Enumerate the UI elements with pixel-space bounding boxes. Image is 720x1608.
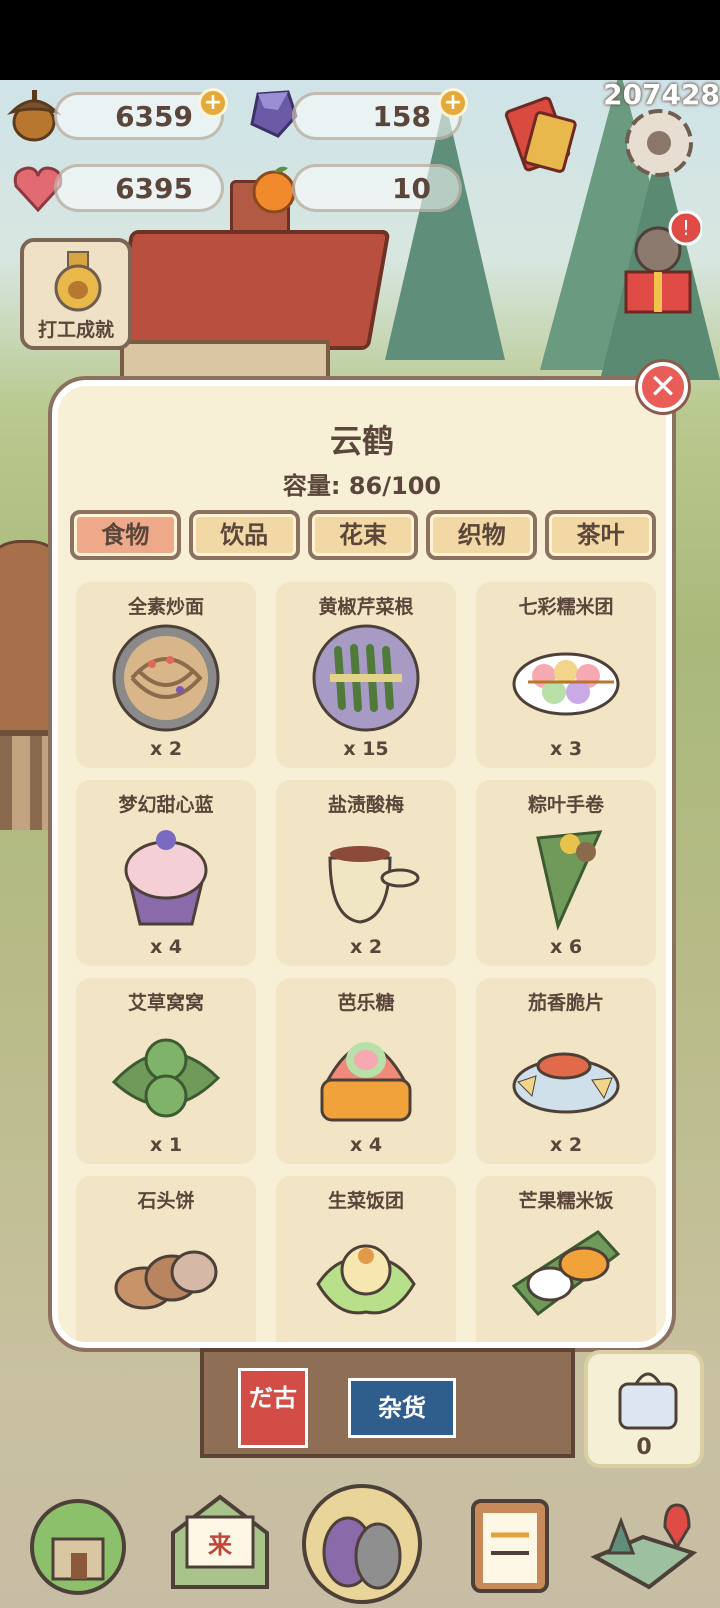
item-card[interactable]: 梦幻甜心蓝 x 4 (76, 780, 256, 966)
add-gem-button[interactable]: + (438, 88, 468, 118)
heart-value: 6395 (115, 171, 193, 205)
clipboard-icon (471, 1499, 549, 1593)
heart-count: 6395 (54, 164, 224, 212)
item-quantity: x 3 (549, 738, 583, 760)
item-quantity: x 15 (343, 738, 389, 760)
orange-value: 10 (392, 171, 431, 205)
item-quantity: x 4 (349, 1134, 383, 1156)
house-roof (109, 230, 391, 350)
item-card[interactable]: 盐渍酸梅 x 2 (276, 780, 456, 966)
close-button[interactable]: ✕ (638, 362, 688, 412)
item-name: 七彩糯米团 (518, 596, 614, 618)
house-icon (30, 1499, 126, 1595)
tasks-nav-button[interactable] (450, 1482, 570, 1602)
tab-tea[interactable]: 茶叶 (545, 510, 656, 560)
item-card[interactable]: 七彩糯米团 x 3 (476, 582, 656, 768)
item-card[interactable]: 全素炒面 x 2 (76, 582, 256, 768)
item-name: 石头饼 (137, 1190, 195, 1212)
svg-text:!: ! (682, 216, 690, 240)
work-achievement-label: 打工成就 (37, 319, 114, 341)
gear-icon[interactable] (614, 98, 704, 188)
mail-nav-button[interactable]: 来 (160, 1482, 280, 1602)
stone-bread-icon (114, 1250, 218, 1310)
capacity-label: 容量: 86/100 (282, 472, 442, 500)
category-tabs: 食物 饮品 花束 织物 茶叶 (70, 510, 656, 560)
mugwort-cake-icon (111, 1038, 221, 1118)
gift-bundle-button[interactable]: 0 (584, 1350, 704, 1468)
svg-text:来: 来 (208, 1531, 233, 1559)
modal-title: 云鹤 (329, 422, 394, 460)
shop-sign-blue-label: 杂货 (378, 1394, 426, 1422)
item-quantity: x 1 (149, 1134, 183, 1156)
bundle-icon (618, 1372, 678, 1430)
leaf-wrap-icon (536, 830, 603, 931)
collection-nav-button[interactable] (300, 1482, 424, 1606)
medal-icon (50, 250, 106, 314)
guava-candy-icon (320, 1042, 412, 1122)
add-acorn-button[interactable]: + (198, 88, 228, 118)
item-card[interactable]: 芒果糯米饭 (476, 1176, 656, 1342)
tab-drinks[interactable]: 饮品 (188, 510, 300, 560)
acorn-value: 6359 (115, 99, 193, 133)
item-card[interactable]: 芭乐糖 x 4 (276, 978, 456, 1164)
item-name: 艾草窝窝 (127, 992, 204, 1014)
item-quantity: x 2 (349, 936, 383, 958)
inventory-modal: 云鹤 容量: 86/100 食物 饮品 花束 织物 茶叶 全素炒面 x 2 黄椒… (48, 376, 676, 1352)
item-name: 黄椒芹菜根 (318, 596, 414, 618)
tab-fabrics[interactable]: 织物 (426, 510, 538, 560)
item-name: 盐渍酸梅 (327, 794, 404, 816)
lettuce-riceball-icon (316, 1244, 416, 1315)
gem-count: 158 (292, 92, 462, 140)
item-quantity: x 4 (149, 936, 183, 958)
close-icon: ✕ (648, 367, 678, 407)
rice-dumpling-skewer-icon (512, 652, 620, 716)
item-name: 芭乐糖 (337, 992, 395, 1014)
mango-sticky-rice-icon (511, 1230, 621, 1317)
item-card[interactable]: 茄香脆片 x 2 (476, 978, 656, 1164)
item-card[interactable]: 艾草窝窝 x 1 (76, 978, 256, 1164)
gift-count: 0 (636, 1435, 652, 1460)
stones-icon (302, 1484, 422, 1604)
chips-dip-icon (512, 1052, 620, 1114)
item-quantity: x 2 (149, 738, 183, 760)
status-bar (0, 0, 720, 80)
cupcake-icon (124, 830, 208, 926)
item-name: 生菜饭团 (327, 1190, 404, 1212)
bottom-nav: 来 (0, 1468, 720, 1608)
stir-fried-noodles-icon (112, 624, 220, 732)
item-card[interactable]: 粽叶手卷 x 6 (476, 780, 656, 966)
item-name: 芒果糯米饭 (518, 1190, 614, 1212)
shop-sign-red: だ古 (238, 1368, 308, 1448)
gift-box-icon[interactable]: ! (612, 210, 702, 320)
orange-count: 10 (292, 164, 462, 212)
map-icon (590, 1503, 698, 1590)
plum-jar-icon (328, 846, 420, 924)
tab-bouquets[interactable]: 花束 (307, 510, 419, 560)
item-card[interactable]: 石头饼 (76, 1176, 256, 1342)
item-name: 梦幻甜心蓝 (118, 794, 214, 816)
letter-icon: 来 (171, 1494, 269, 1589)
map-nav-button[interactable] (584, 1482, 704, 1602)
item-name: 粽叶手卷 (527, 794, 604, 816)
item-name: 全素炒面 (127, 596, 204, 618)
item-grid: 全素炒面 x 2 黄椒芹菜根 x 15 七彩糯米团 x 3 梦幻甜心蓝 x 4 … (76, 582, 658, 1342)
item-name: 茄香脆片 (527, 992, 604, 1014)
item-card[interactable]: 生菜饭团 (276, 1176, 456, 1342)
item-quantity: x 6 (549, 936, 583, 958)
celery-skewer-icon (312, 624, 420, 732)
item-quantity: x 2 (549, 1134, 583, 1156)
shop-sign-blue: 杂货 (348, 1378, 456, 1438)
shop-sign-red-label: だ古 (249, 1384, 297, 1412)
work-achievement-button[interactable]: 打工成就 (20, 238, 132, 350)
item-card[interactable]: 黄椒芹菜根 x 15 (276, 582, 456, 768)
home-nav-button[interactable] (18, 1482, 138, 1602)
tab-food[interactable]: 食物 (70, 510, 181, 560)
red-envelope-icon[interactable] (500, 92, 584, 178)
gem-value: 158 (372, 99, 431, 133)
